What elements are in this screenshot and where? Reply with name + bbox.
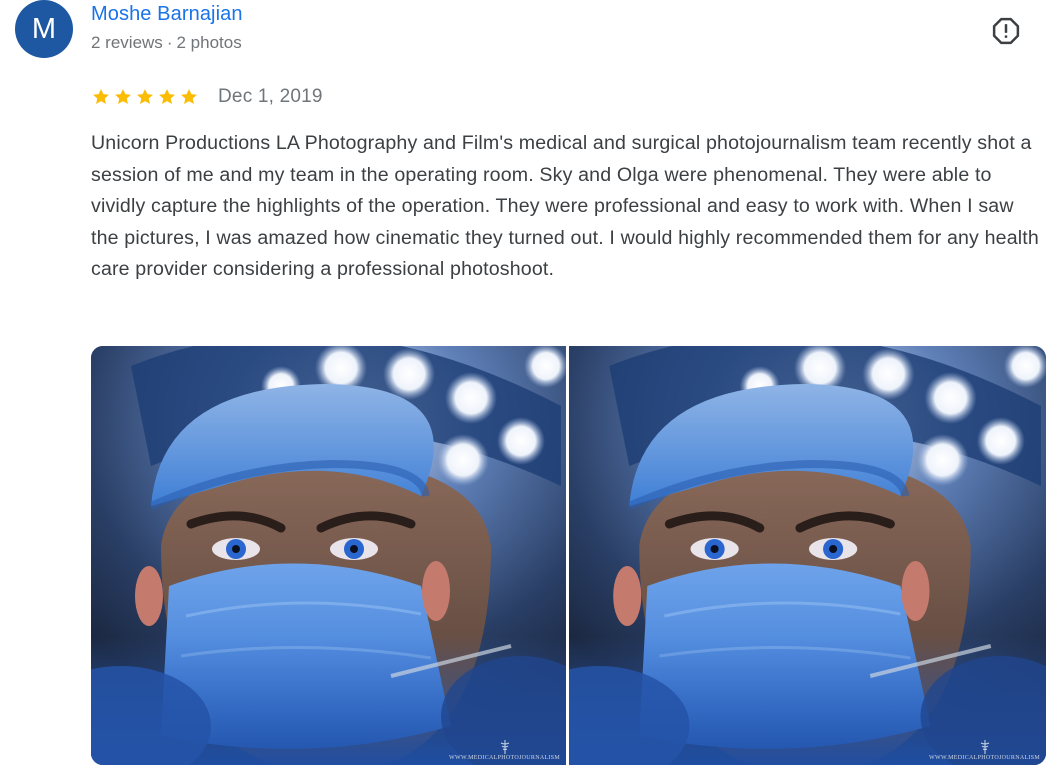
star-icon — [115, 89, 131, 104]
reviewer-name-link[interactable]: Moshe Barnajian — [91, 3, 243, 26]
reviewer-review-count: 2 reviews — [91, 33, 163, 52]
review-date: Dec 1, 2019 — [218, 86, 323, 107]
review-text: Unicorn Productions LA Photography and F… — [91, 132, 1039, 281]
review-photo-2[interactable]: WWW.MEDICALPHOTOJOURNALISM — [569, 346, 1046, 765]
report-flag-icon — [992, 17, 1020, 45]
reviewer-meta: 2 reviews · 2 photos — [91, 33, 242, 53]
caduceus-logo-icon — [980, 740, 989, 754]
star-icon — [181, 89, 197, 104]
avatar[interactable]: M — [15, 0, 73, 58]
caduceus-logo-icon — [500, 740, 509, 754]
star-icon — [93, 89, 109, 104]
photo-watermark: WWW.MEDICALPHOTOJOURNALISM — [929, 740, 1040, 761]
star-rating — [91, 87, 199, 107]
reviewer-photo-count: 2 photos — [176, 33, 242, 52]
star-icon — [137, 89, 153, 104]
surgeon-photo-image — [91, 346, 566, 765]
rating-row: Dec 1, 2019 — [91, 84, 323, 110]
meta-separator: · — [166, 33, 173, 52]
surgeon-photo-image — [569, 346, 1046, 765]
star-icon — [159, 89, 175, 104]
review-photo-1[interactable]: WWW.MEDICALPHOTOJOURNALISM — [91, 346, 566, 765]
photo-watermark: WWW.MEDICALPHOTOJOURNALISM — [449, 740, 560, 761]
avatar-initial: M — [31, 12, 57, 45]
report-review-button[interactable] — [990, 15, 1022, 47]
